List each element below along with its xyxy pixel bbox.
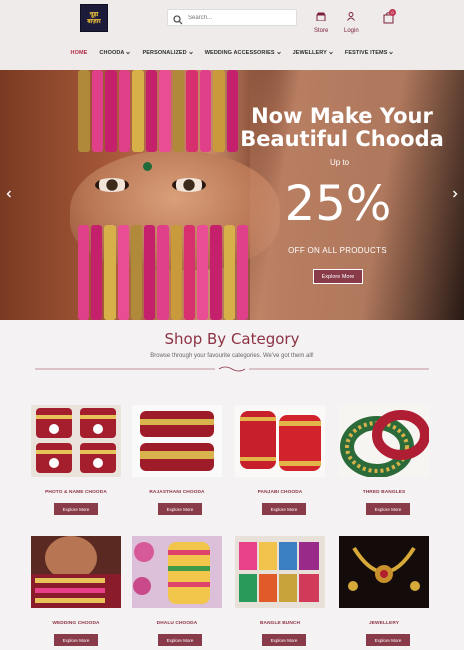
category-image-rajasthani-chooda[interactable] [132,405,222,477]
site-header: चूड़ा बाज़ार Store Login 0 HOME CHOODA P… [0,0,464,70]
hero-explore-button[interactable]: Explore More [313,269,363,284]
category-label-panjabi-chooda: PANJABI CHOODA [257,490,303,495]
category-image-photo-name-chooda[interactable] [31,405,121,477]
nav-home-label: HOME [70,50,88,56]
chevron-right-icon[interactable] [451,190,459,198]
category-image-dhalu-chooda[interactable] [132,536,222,608]
nav-item-wedding-accessories[interactable]: WEDDING ACCESSORIES [205,47,281,59]
chevron-left-icon[interactable] [5,190,13,198]
nav-personalized-label: PERSONALIZED [142,50,187,56]
nav-item-home[interactable]: HOME [71,47,88,59]
hero-bangles-bottom [78,225,249,320]
search-input[interactable] [188,14,288,21]
category-image-bangle-bunch[interactable] [235,536,325,608]
category-label-photo-name-chooda: PHOTO & NAME CHOODA [45,490,107,495]
chevron-down-icon [329,51,333,55]
main-nav: HOME CHOODA PERSONALIZED WEDDING ACCESSO… [0,47,464,59]
category-image-wedding-chooda[interactable] [31,536,121,608]
category-image-panjabi-chooda[interactable] [235,405,325,477]
category-section-title: Shop By Category [164,330,300,348]
search-bar [167,9,297,26]
hero-discount-percent: 25% [284,176,392,232]
ornament-divider [35,366,429,372]
category-image-thread-bangles[interactable] [339,405,429,477]
category-label-jewellery: JEWELLERY [368,621,400,626]
chevron-down-icon [389,51,394,55]
store-link[interactable]: Store [314,8,328,34]
category-section-subtitle: Browse through your favourite categories… [150,353,314,359]
hero-upto-text: Up to [330,158,350,167]
hero-title-line-2: Beautiful Chooda [240,127,444,151]
store-label: Store [314,28,329,34]
store-icon [316,8,326,26]
chevron-down-icon [126,51,131,55]
category-label-dhalu-chooda: DHALU CHOODA [156,621,198,626]
site-logo[interactable]: चूड़ा बाज़ार [80,4,108,32]
category-label-rajasthani-chooda: RAJASTHANI CHOODA [149,490,205,495]
nav-wedding-label: WEDDING ACCESSORIES [204,50,275,56]
category-label-thread-bangles: THRED BANGLES [362,490,406,495]
cart-count-badge: 0 [389,9,396,16]
nav-festive-label: FESTIVE ITEMS [344,50,388,56]
category-image-jewellery[interactable] [339,536,429,608]
logo-line-2: बाज़ार [87,18,101,25]
logo-line-1: चूड़ा [89,11,99,18]
hero-offer-text: OFF ON ALL PRODUCTS [288,246,387,255]
explore-button-jewellery[interactable]: Explore More [366,634,410,646]
explore-button-thread-bangles[interactable]: Explore More [366,503,410,515]
explore-button-photo-name-chooda[interactable]: Explore More [54,503,98,515]
hero-title: Now Make Your Beautiful Chooda [222,105,462,151]
explore-button-bangle-bunch[interactable]: Explore More [262,634,306,646]
chevron-down-icon [188,51,193,55]
bindi-decoration [143,162,152,171]
nav-item-personalized[interactable]: PERSONALIZED [142,47,193,59]
nav-chooda-label: CHOODA [99,50,125,56]
explore-button-rajasthani-chooda[interactable]: Explore More [158,503,202,515]
explore-button-wedding-chooda[interactable]: Explore More [54,634,98,646]
hero-eye-right [172,178,206,192]
login-label: Login [344,28,359,34]
nav-item-jewellery[interactable]: JEWELLERY [293,47,333,59]
user-icon [347,8,356,26]
nav-jewellery-label: JEWELLERY [292,50,327,56]
hero-eye-left [95,178,129,192]
explore-button-dhalu-chooda[interactable]: Explore More [158,634,202,646]
hero-bangles-top [78,70,238,152]
login-link[interactable]: Login [344,8,359,34]
explore-button-panjabi-chooda[interactable]: Explore More [262,503,306,515]
category-label-wedding-chooda: WEDDING CHOODA [52,621,100,626]
hero-title-line-1: Now Make Your [251,104,433,128]
nav-item-festive-items[interactable]: FESTIVE ITEMS [345,47,394,59]
nav-item-chooda[interactable]: CHOODA [99,47,131,59]
category-label-bangle-bunch: BANGLE BUNCH [259,621,301,626]
search-icon[interactable] [173,12,185,24]
chevron-down-icon [276,51,281,55]
